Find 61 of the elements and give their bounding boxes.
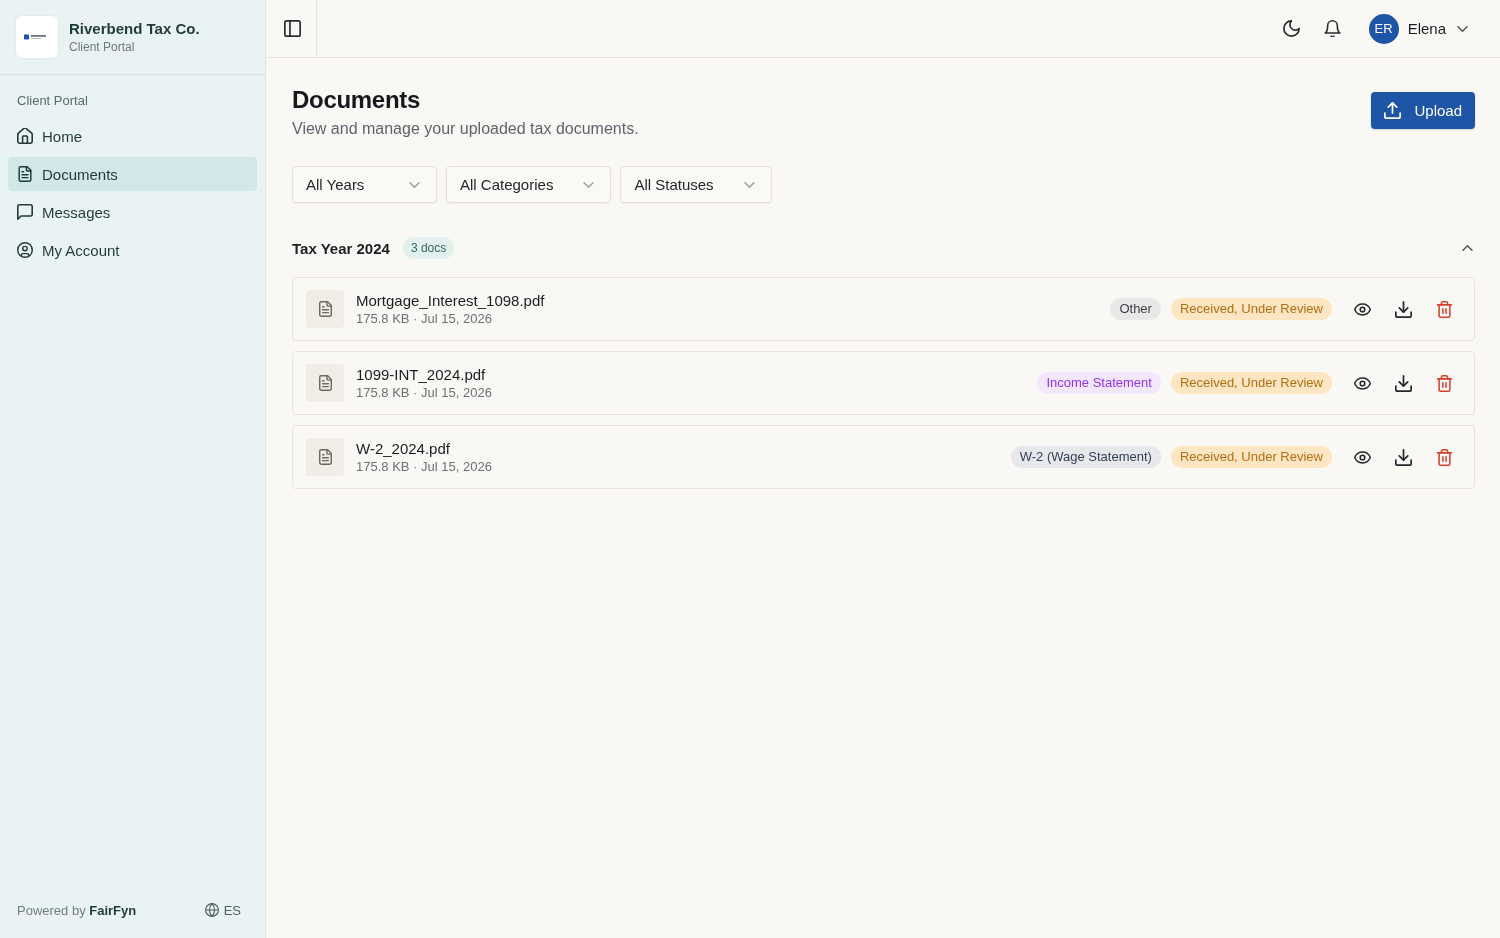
document-row[interactable]: 1099-INT_2024.pdf 175.8 KB · Jul 15, 2026 Income Statement Received, Under Review (292, 351, 1475, 415)
trash-icon[interactable] (1436, 374, 1453, 392)
chat-bubble-icon (17, 204, 33, 220)
status-tag: Received, Under Review (1170, 372, 1332, 394)
nav-item[interactable]: Home (8, 119, 257, 153)
category-tag: Other (1110, 298, 1161, 320)
user-name[interactable]: Elena (1407, 20, 1446, 37)
home-icon (17, 128, 33, 144)
category-tag: Income Statement (1037, 372, 1161, 394)
chevron-down-icon (583, 181, 595, 188)
document-row[interactable]: W-2_2024.pdf 175.8 KB · Jul 15, 2026 W-2 (Wage Statement) Received, Under Review (292, 425, 1475, 489)
chevron-down-icon (743, 181, 755, 188)
filter-dropdown[interactable]: All Categories (446, 166, 612, 203)
file-icon (306, 364, 344, 402)
status-tag: Received, Under Review (1170, 446, 1332, 468)
file-icon (306, 290, 344, 328)
file-meta: 175.8 KB · Jul 15, 2026 (356, 385, 492, 400)
file-meta: 175.8 KB · Jul 15, 2026 (356, 311, 493, 326)
globe-icon (204, 903, 219, 917)
brand-logo (16, 16, 58, 58)
brand-subtitle: Client Portal (69, 40, 136, 54)
language-link[interactable]: ES (204, 902, 241, 918)
file-name: Mortgage_Interest_1098.pdf (356, 292, 545, 309)
doc-count-badge: 3 docs (402, 237, 455, 259)
eye-icon[interactable] (1354, 300, 1371, 318)
file-meta: 175.8 KB · Jul 15, 2026 (356, 459, 492, 474)
filter-dropdown[interactable]: All Statuses (620, 166, 772, 203)
download-icon[interactable] (1395, 374, 1412, 392)
upload-button[interactable]: Upload (1371, 92, 1475, 129)
category-tag: W-2 (Wage Statement) (1010, 446, 1161, 468)
page-subtitle: View and manage your uploaded tax documents. (292, 119, 639, 139)
chevron-up-icon[interactable] (1462, 245, 1473, 251)
upload-icon (1384, 102, 1402, 119)
trash-icon[interactable] (1436, 300, 1453, 318)
download-icon[interactable] (1395, 300, 1412, 318)
sidebar-toggle-icon[interactable] (284, 20, 301, 37)
chevron-down-icon (409, 181, 420, 188)
document-icon (17, 166, 33, 182)
trash-icon[interactable] (1436, 448, 1453, 466)
file-icon (306, 438, 344, 476)
document-row[interactable]: Mortgage_Interest_1098.pdf 175.8 KB · Jul 15, 2026 Other Received, Under Review (292, 277, 1475, 341)
powered-by-text: Powered by FairFyn (17, 902, 137, 918)
filter-dropdown[interactable]: All Years (292, 166, 437, 203)
user-avatar[interactable]: ER (1368, 13, 1399, 44)
bell-icon[interactable] (1323, 20, 1341, 37)
group-title: Tax Year 2024 (292, 239, 390, 257)
chevron-down-icon[interactable] (1457, 25, 1468, 32)
status-tag: Received, Under Review (1170, 298, 1332, 320)
nav-item[interactable]: Documents (8, 157, 257, 191)
brand-name: Riverbend Tax Co. (69, 20, 200, 37)
nav-item[interactable]: My Account (8, 233, 257, 267)
nav-item[interactable]: Messages (8, 195, 257, 229)
file-name: W-2_2024.pdf (356, 440, 451, 457)
file-name: 1099-INT_2024.pdf (356, 366, 487, 383)
moon-icon[interactable] (1282, 20, 1300, 37)
page-title: Documents (292, 86, 421, 114)
eye-icon[interactable] (1354, 374, 1371, 392)
user-circle-icon (17, 242, 33, 258)
download-icon[interactable] (1395, 448, 1412, 466)
eye-icon[interactable] (1354, 448, 1371, 466)
section-label: Client Portal (16, 93, 89, 109)
